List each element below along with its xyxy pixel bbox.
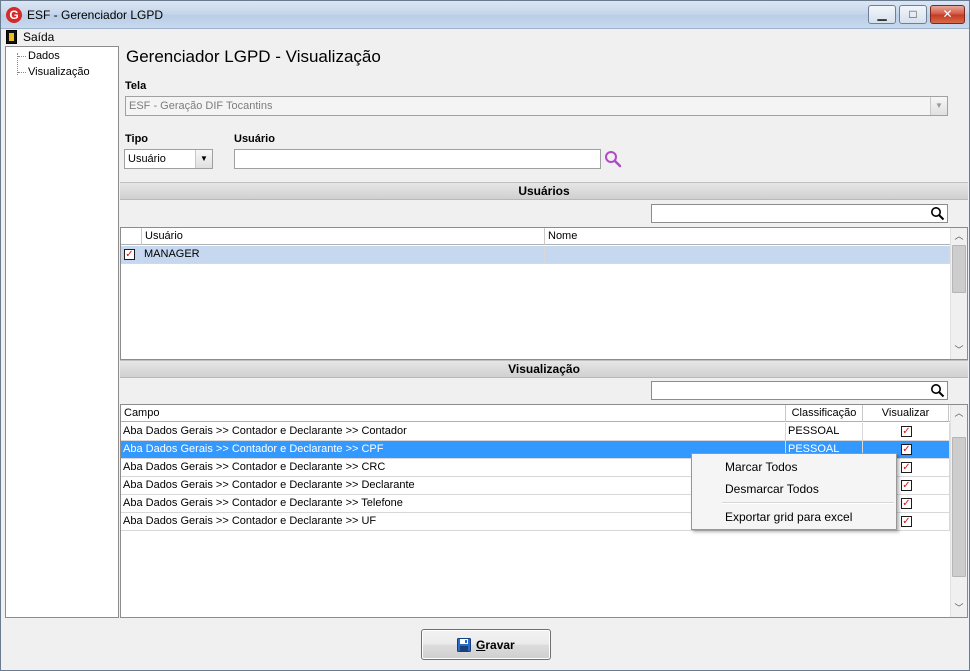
floppy-disk-icon <box>457 638 471 652</box>
magnifier-icon[interactable] <box>930 206 945 221</box>
usuarios-grid: Usuário Nome ✓ MANAGER ︿ ﹀ <box>120 227 968 360</box>
cell-nome <box>545 246 950 263</box>
chevron-down-icon[interactable]: ﹀ <box>951 342 967 359</box>
visualizar-checkbox[interactable]: ✓ <box>901 516 912 527</box>
visualizacao-scrollbar[interactable]: ︿ ﹀ <box>950 405 967 617</box>
gravar-button-label: Gravar <box>476 638 515 652</box>
column-header-classificacao[interactable]: Classificação <box>786 405 863 422</box>
visualizacao-section-header: Visualização <box>120 360 968 378</box>
row-checkbox[interactable]: ✓ <box>124 249 135 260</box>
usuario-label: Usuário <box>234 133 275 145</box>
cell-campo: Aba Dados Gerais >> Contador e Declarant… <box>121 459 786 476</box>
cell-campo: Aba Dados Gerais >> Contador e Declarant… <box>121 495 786 512</box>
menu-item-desmarcar-todos[interactable]: Desmarcar Todos <box>725 482 819 496</box>
visualizar-checkbox[interactable]: ✓ <box>901 480 912 491</box>
close-button[interactable]: ✕ <box>930 5 965 24</box>
menu-separator <box>722 502 894 504</box>
cell-campo: Aba Dados Gerais >> Contador e Declarant… <box>121 441 786 458</box>
visualizacao-search-box[interactable] <box>651 381 948 400</box>
gravar-button[interactable]: Gravar <box>421 629 551 660</box>
search-icon[interactable] <box>604 150 622 168</box>
visualizar-checkbox[interactable]: ✓ <box>901 444 912 455</box>
row-checkbox-cell[interactable]: ✓ <box>121 246 142 263</box>
chevron-up-icon[interactable]: ︿ <box>951 228 967 245</box>
column-header-campo[interactable]: Campo <box>121 405 786 422</box>
table-row[interactable]: ✓ MANAGER <box>121 246 950 264</box>
navigation-tree: Dados Visualização <box>5 46 119 618</box>
context-menu: Marcar Todos Desmarcar Todos Exportar gr… <box>691 453 897 530</box>
app-window: G ESF - Gerenciador LGPD ▁ □ ✕ Saída Dad… <box>0 0 970 671</box>
cell-campo: Aba Dados Gerais >> Contador e Declarant… <box>121 477 786 494</box>
visualizar-checkbox[interactable]: ✓ <box>901 462 912 473</box>
grid-corner <box>121 228 142 245</box>
scrollbar-thumb[interactable] <box>952 245 966 293</box>
gravar-label-rest: ravar <box>485 638 515 652</box>
table-row[interactable]: Aba Dados Gerais >> Contador e Declarant… <box>121 423 950 441</box>
exit-door-icon <box>6 30 17 44</box>
chevron-up-icon[interactable]: ︿ <box>951 405 967 422</box>
usuarios-section-header: Usuários <box>120 182 968 200</box>
minimize-button[interactable]: ▁ <box>868 5 896 24</box>
usuario-input[interactable] <box>234 149 601 169</box>
tela-select[interactable]: ESF - Geração DIF Tocantins ▼ <box>125 96 948 116</box>
maximize-button[interactable]: □ <box>899 5 927 24</box>
chevron-down-icon: ▼ <box>195 150 212 168</box>
title-bar: G ESF - Gerenciador LGPD ▁ □ ✕ <box>1 1 969 29</box>
window-title: ESF - Gerenciador LGPD <box>27 8 164 22</box>
tela-label: Tela <box>125 80 147 92</box>
visualizacao-search-input[interactable] <box>652 382 927 399</box>
menu-item-exportar-excel[interactable]: Exportar grid para excel <box>725 510 852 524</box>
page-title: Gerenciador LGPD - Visualização <box>126 47 381 66</box>
tipo-label: Tipo <box>125 133 149 145</box>
cell-campo: Aba Dados Gerais >> Contador e Declarant… <box>121 513 786 530</box>
menu-item-saida[interactable]: Saída <box>23 30 54 44</box>
cell-usuario: MANAGER <box>142 246 545 263</box>
tree-item-visualizacao[interactable]: Visualização <box>18 66 90 78</box>
tela-select-value: ESF - Geração DIF Tocantins <box>129 100 273 112</box>
cell-classificacao: PESSOAL <box>786 423 863 440</box>
column-header-visualizar[interactable]: Visualizar <box>863 405 949 422</box>
magnifier-icon[interactable] <box>930 383 945 398</box>
visualizar-checkbox[interactable]: ✓ <box>901 426 912 437</box>
visualizar-checkbox[interactable]: ✓ <box>901 498 912 509</box>
visualizacao-grid-header: Campo Classificação Visualizar <box>121 405 951 422</box>
usuarios-scrollbar[interactable]: ︿ ﹀ <box>950 228 967 359</box>
gravar-mnemonic: G <box>476 638 486 652</box>
usuarios-search-box[interactable] <box>651 204 948 223</box>
column-header-usuario[interactable]: Usuário <box>142 228 545 245</box>
scrollbar-thumb[interactable] <box>952 437 966 577</box>
tipo-select[interactable]: Usuário ▼ <box>124 149 213 169</box>
cell-campo: Aba Dados Gerais >> Contador e Declarant… <box>121 423 786 440</box>
usuarios-grid-header: Usuário Nome <box>121 228 951 245</box>
app-logo-icon: G <box>6 7 22 23</box>
tipo-select-value: Usuário <box>128 153 166 165</box>
cell-visualizar[interactable]: ✓ <box>863 423 950 440</box>
column-header-nome[interactable]: Nome <box>545 228 951 245</box>
chevron-down-icon[interactable]: ﹀ <box>951 600 967 617</box>
menu-bar: Saída <box>1 29 969 45</box>
tree-item-dados[interactable]: Dados <box>18 50 60 62</box>
chevron-down-icon: ▼ <box>930 97 947 115</box>
usuarios-search-input[interactable] <box>652 205 927 222</box>
menu-item-marcar-todos[interactable]: Marcar Todos <box>725 460 797 474</box>
